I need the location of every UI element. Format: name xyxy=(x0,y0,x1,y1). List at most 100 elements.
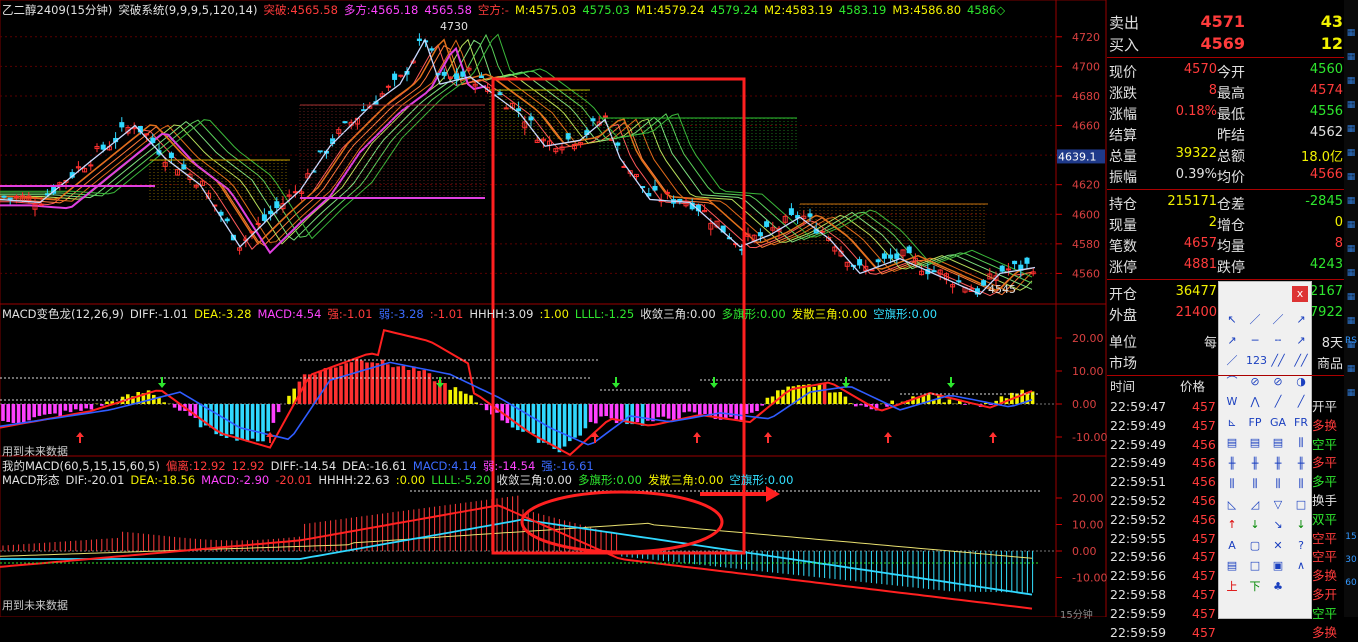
side-tool-icon[interactable]: ▦ xyxy=(1344,100,1358,116)
macd-histogram-bar xyxy=(620,404,624,420)
drawing-tool-icon[interactable]: □ xyxy=(1292,497,1310,513)
side-tool-icon[interactable]: ▦ xyxy=(1344,268,1358,284)
drawing-tool-icon[interactable]: ⋀ xyxy=(1246,394,1264,410)
side-tool-icon[interactable]: ▦ xyxy=(1344,340,1358,356)
macd-histogram-bar xyxy=(230,404,234,434)
drawing-tool-icon[interactable]: ╫ xyxy=(1246,456,1264,472)
drawing-tool-icon[interactable]: ♣ xyxy=(1269,579,1287,595)
side-tool-icon[interactable]: ▦ xyxy=(1344,148,1358,164)
drawing-tool-icon[interactable]: ╱╱ xyxy=(1269,353,1287,369)
trade-price: 457 xyxy=(1192,604,1216,623)
drawing-tool-icon[interactable]: ↗ xyxy=(1292,312,1310,328)
quote-value: 4570 xyxy=(1184,62,1217,77)
side-tool-icon[interactable]: ▦ xyxy=(1344,292,1358,308)
trade-price: 457 xyxy=(1192,566,1216,585)
drawing-tool-icon[interactable]: ╫ xyxy=(1269,456,1287,472)
drawing-tool-icon[interactable]: ╌ xyxy=(1269,333,1287,349)
drawing-tool-icon[interactable]: ✕ xyxy=(1269,538,1287,554)
side-tool-icon[interactable]: ▦ xyxy=(1344,196,1358,212)
drawing-tool-icon[interactable]: ▤ xyxy=(1223,435,1241,451)
quote-value: 18.0亿 xyxy=(1301,146,1343,165)
drawing-tool-icon[interactable]: ╫ xyxy=(1223,456,1241,472)
drawing-tool-icon[interactable]: ↘ xyxy=(1269,517,1287,533)
drawing-tool-icon[interactable]: GA xyxy=(1269,415,1287,431)
side-tool-icon[interactable]: ▦ xyxy=(1344,76,1358,92)
side-tool-icon[interactable]: ▦ xyxy=(1344,244,1358,260)
candle-body xyxy=(479,76,483,77)
macd-histogram-bar xyxy=(844,397,848,404)
drawing-tool-icon[interactable]: ／ xyxy=(1269,312,1287,328)
drawing-tool-icon[interactable]: ⫼ xyxy=(1223,476,1241,492)
side-tool-icon[interactable]: ▦ xyxy=(1344,388,1358,404)
quote-label: 结算 xyxy=(1109,125,1137,145)
drawing-tool-icon[interactable]: ╱ xyxy=(1292,394,1310,410)
side-tool-icon[interactable]: ▦ xyxy=(1344,316,1358,332)
drawing-tool-icon[interactable]: ? xyxy=(1292,538,1310,554)
side-tool-icon[interactable]: ▦ xyxy=(1344,364,1358,380)
candle-body xyxy=(386,86,390,87)
quote-label: 最低 xyxy=(1217,104,1245,124)
drawing-tool-icon[interactable]: ▢ xyxy=(1246,538,1264,554)
drawing-tool-icon[interactable]: FP xyxy=(1246,415,1264,431)
drawing-tool-icon[interactable]: ◺ xyxy=(1223,497,1241,513)
drawing-tool-icon[interactable]: ⫼ xyxy=(1246,476,1264,492)
quote-value: 4243 xyxy=(1310,257,1343,272)
macd-histogram-bar xyxy=(256,404,260,441)
drawing-tool-icon[interactable]: ∧ xyxy=(1292,558,1310,574)
drawing-tool-icon[interactable]: 下 xyxy=(1246,579,1264,595)
toolbox-close-button[interactable]: x xyxy=(1292,286,1308,302)
drawing-tool-icon[interactable]: W xyxy=(1223,394,1241,410)
candle-body xyxy=(1013,261,1017,263)
drawing-tool-icon[interactable]: ↑ xyxy=(1223,517,1241,533)
header-value: 弱:-3.28 xyxy=(379,307,424,321)
time-axis-unit: 15分钟 xyxy=(1060,606,1093,621)
drawing-tool-icon[interactable]: ↓ xyxy=(1246,517,1264,533)
drawing-tool-icon[interactable]: ▤ xyxy=(1269,435,1287,451)
macd-histogram-bar xyxy=(199,404,203,427)
drawing-tool-icon[interactable]: ⫼ xyxy=(1292,435,1310,451)
drawing-tool-icon[interactable]: ▤ xyxy=(1223,558,1241,574)
drawing-tool-icon[interactable]: ◿ xyxy=(1246,497,1264,513)
drawing-tool-icon[interactable]: ／ xyxy=(1223,353,1241,369)
drawing-tool-icon[interactable]: 上 xyxy=(1223,579,1241,595)
side-tab-60[interactable]: 60 xyxy=(1344,578,1358,594)
side-tool-icon[interactable]: ▦ xyxy=(1344,52,1358,68)
drawing-tool-icon[interactable]: ／ xyxy=(1246,312,1264,328)
side-tool-icon[interactable]: ▦ xyxy=(1344,220,1358,236)
quote-value: 8 xyxy=(1209,83,1217,98)
quote-value: 0.39% xyxy=(1176,167,1217,182)
drawing-tool-icon[interactable]: ╱ xyxy=(1269,394,1287,410)
drawing-tool-icon[interactable]: ↖ xyxy=(1223,312,1241,328)
macd-histogram-bar xyxy=(74,404,78,409)
header-value: 发散三角:0.00 xyxy=(648,473,723,487)
side-tool-icon[interactable]: ▦ xyxy=(1344,172,1358,188)
ma-line-magenta xyxy=(0,49,486,253)
drawing-tool-icon[interactable]: ↗ xyxy=(1292,333,1310,349)
macd-histogram-bar xyxy=(391,367,395,404)
macd-histogram-bar xyxy=(329,367,333,404)
side-tool-icon[interactable]: ▦ xyxy=(1344,28,1358,44)
drawing-tool-icon[interactable]: ╱╱ xyxy=(1292,353,1310,369)
drawing-tool-icon[interactable]: FR xyxy=(1292,415,1310,431)
drawing-tool-icon[interactable]: ↓ xyxy=(1292,517,1310,533)
drawing-tool-icon[interactable]: □ xyxy=(1246,558,1264,574)
drawing-tool-icon[interactable]: 123 xyxy=(1246,353,1264,369)
drawing-tool-icon[interactable]: ─ xyxy=(1246,333,1264,349)
drawing-tool-icon[interactable]: ▽ xyxy=(1269,497,1287,513)
drawing-tool-icon[interactable]: ⫼ xyxy=(1292,476,1310,492)
side-tab-15[interactable]: 15 xyxy=(1344,532,1358,548)
drawing-tool-icon[interactable]: A xyxy=(1223,538,1241,554)
drawing-tool-icon[interactable]: ↗ xyxy=(1223,333,1241,349)
side-tab-30[interactable]: 30 xyxy=(1344,555,1358,571)
quote-value: -2845 xyxy=(1305,194,1343,209)
drawing-tool-icon[interactable]: ▤ xyxy=(1246,435,1264,451)
trade-price: 456 xyxy=(1192,435,1216,454)
drawing-tool-icon[interactable]: ╫ xyxy=(1292,456,1310,472)
side-tool-icon[interactable]: ▦ xyxy=(1344,124,1358,140)
quote-value: 4556 xyxy=(1310,104,1343,119)
drawing-tool-icon[interactable]: ⊾ xyxy=(1223,415,1241,431)
side-tab-strip: RS153060▦▦▦▦▦▦▦▦▦▦▦▦▦▦▦▦ xyxy=(1344,0,1358,617)
drawing-tool-icon[interactable]: ⫼ xyxy=(1269,476,1287,492)
sell-price: 4571 xyxy=(1200,12,1245,31)
drawing-tool-icon[interactable]: ▣ xyxy=(1269,558,1287,574)
